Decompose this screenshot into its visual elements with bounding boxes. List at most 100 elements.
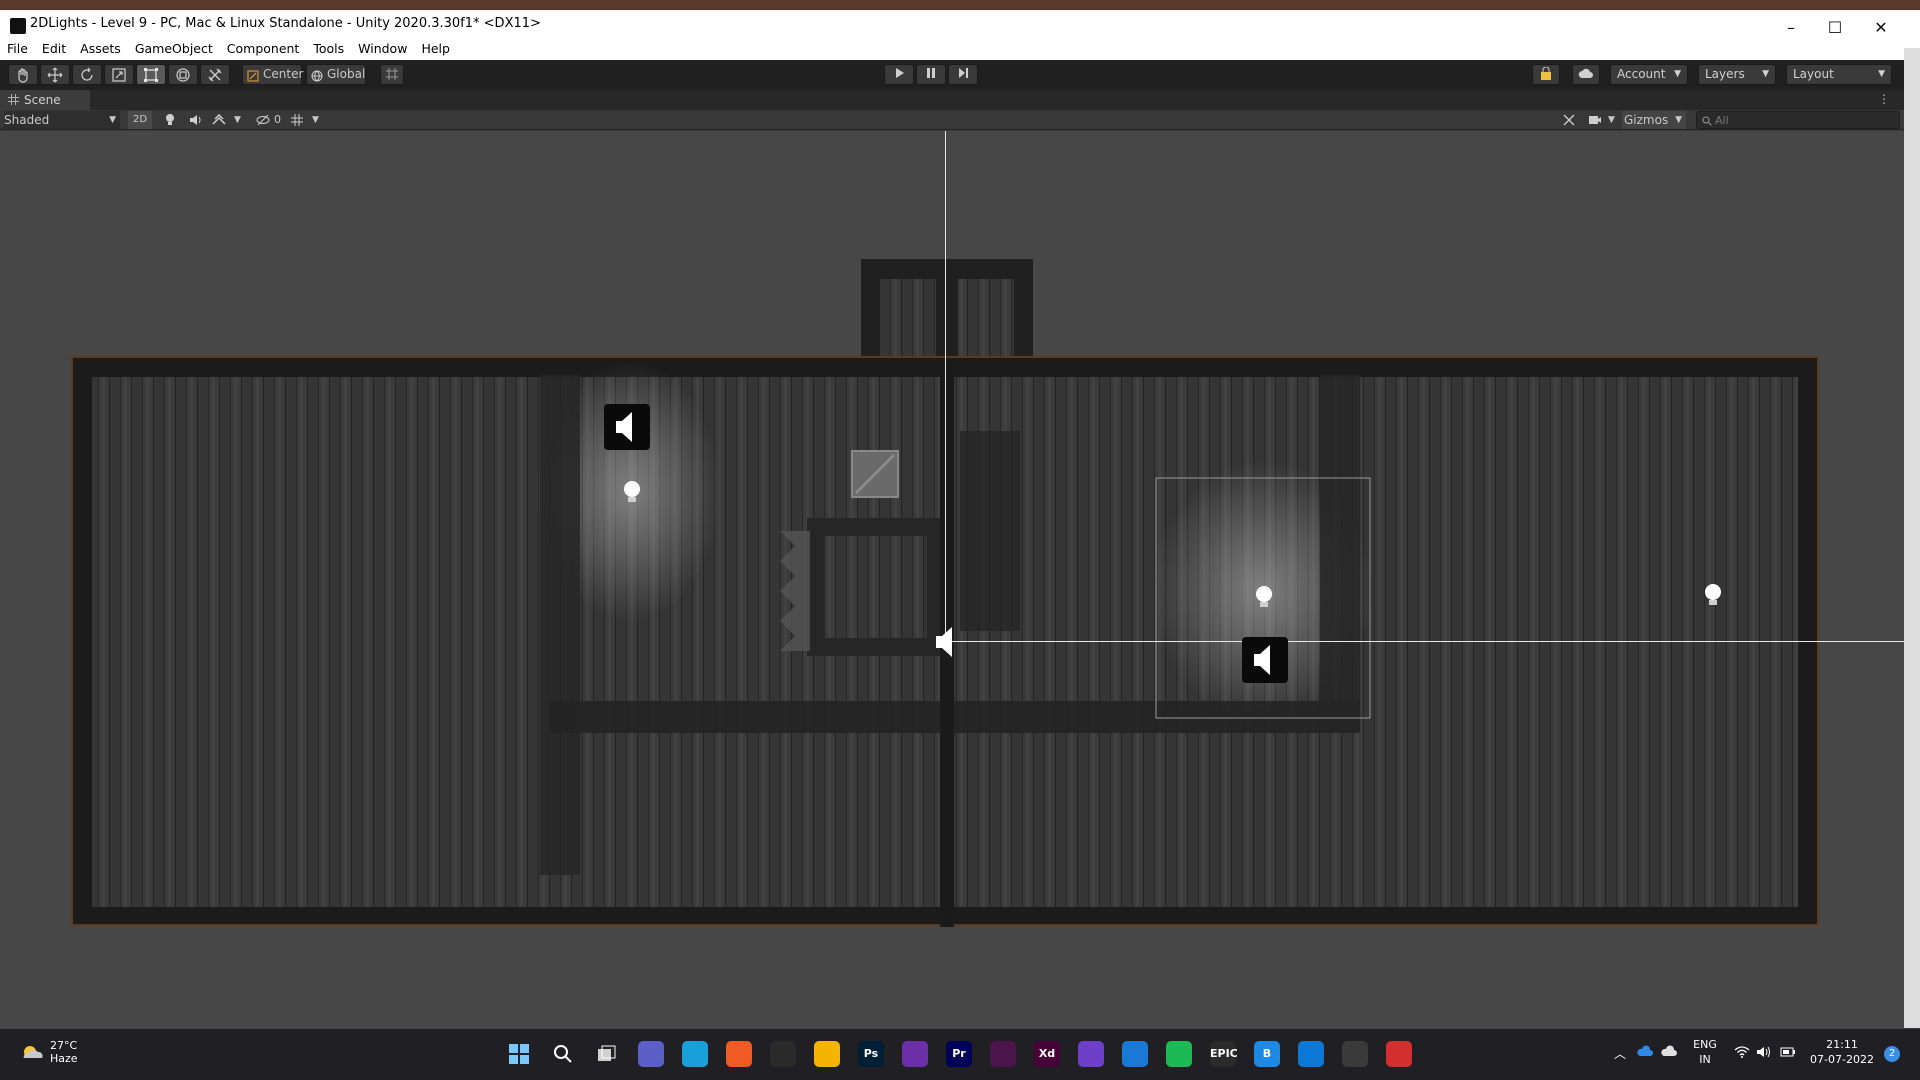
scene-tab-label: Scene	[24, 93, 61, 107]
tab-scene[interactable]: Scene	[0, 90, 90, 110]
menu-edit[interactable]: Edit	[35, 38, 73, 59]
pivot-center-button[interactable]: Center	[242, 64, 304, 85]
taskbar-mail-icon[interactable]	[1122, 1041, 1148, 1067]
toggle-2d-button[interactable]: 2D	[128, 111, 152, 129]
camera-icon	[1589, 116, 1601, 124]
shading-mode-dropdown[interactable]: Shaded ▼	[4, 111, 120, 129]
taskbar-adobe-xd-icon[interactable]: Xd	[1034, 1041, 1060, 1067]
scale-tool-button[interactable]	[104, 64, 134, 85]
taskbar-vscode-icon[interactable]	[1298, 1041, 1324, 1067]
grid-dropdown[interactable]: ▼	[290, 111, 324, 129]
language-indicator[interactable]: ENG IN	[1690, 1037, 1720, 1067]
gizmo-vertical-line	[945, 131, 946, 646]
camera-dropdown[interactable]: ▼	[1588, 111, 1618, 129]
menu-component[interactable]: Component	[220, 38, 307, 59]
snap-grid-button[interactable]	[380, 64, 404, 85]
scene-view-bar: Shaded ▼ 2D ▼ 0 ▼ ▼ Gizmos ▼ All	[0, 110, 1904, 130]
step-button[interactable]	[948, 64, 978, 85]
interior-wall-right	[1320, 375, 1360, 731]
menu-help[interactable]: Help	[414, 38, 457, 59]
layers-dropdown[interactable]: Layers ▼	[1698, 64, 1776, 85]
scene-tools-button[interactable]	[1562, 111, 1580, 129]
layout-dropdown[interactable]: Layout ▼	[1786, 64, 1892, 85]
battery-icon[interactable]	[1780, 1046, 1796, 1062]
move-tool-button[interactable]	[40, 64, 70, 85]
window-title: 2DLights - Level 9 - PC, Mac & Linux Sta…	[30, 16, 541, 31]
weather-widget[interactable]: 27°C Haze	[20, 1039, 78, 1065]
grid-icon	[8, 94, 19, 105]
temperature: 27°C	[50, 1039, 78, 1052]
pause-button[interactable]	[916, 64, 946, 85]
rect-tool-button[interactable]	[136, 64, 166, 85]
taskbar-photoshop-icon[interactable]: Ps	[858, 1041, 884, 1067]
taskbar-search-icon[interactable]	[550, 1041, 576, 1067]
account-label: Account	[1617, 67, 1666, 81]
onedrive-icon[interactable]	[1636, 1045, 1654, 1061]
pause-icon	[927, 68, 935, 78]
step-icon	[959, 68, 968, 78]
taskbar-epic-games-icon[interactable]: EPIC	[1210, 1041, 1238, 1067]
taskbar-unity-hub-icon[interactable]	[770, 1041, 796, 1067]
account-dropdown[interactable]: Account ▼	[1610, 64, 1688, 85]
show-hidden-icons[interactable]: ︿	[1614, 1047, 1626, 1062]
cloud-button[interactable]	[1572, 64, 1600, 85]
rotate-tool-button[interactable]	[72, 64, 102, 85]
taskbar-github-icon[interactable]	[1078, 1041, 1104, 1067]
menu-file[interactable]: File	[0, 38, 35, 59]
effects-dropdown[interactable]: ▼	[212, 111, 246, 129]
taskbar-unity-icon[interactable]	[1342, 1041, 1368, 1067]
haze-weather-icon	[23, 1046, 43, 1058]
taskbar-edge-icon[interactable]	[682, 1041, 708, 1067]
rotate-icon	[81, 67, 93, 81]
taskbar-teams-chat-icon[interactable]	[638, 1041, 664, 1067]
taskbar-premiere-icon[interactable]: Pr	[946, 1041, 972, 1067]
menu-gameobject[interactable]: GameObject	[128, 38, 220, 59]
transform-icon	[176, 68, 190, 82]
scene-viewport[interactable]	[0, 131, 1904, 1029]
chevron-down-icon: ▼	[1762, 69, 1769, 79]
volume-icon[interactable]	[1756, 1046, 1772, 1062]
taskbar-snipping-tool-icon[interactable]	[1386, 1041, 1412, 1067]
globe-icon	[311, 70, 323, 82]
menu-window[interactable]: Window	[351, 38, 414, 59]
custom-tool-button[interactable]	[200, 64, 230, 85]
transform-tool-button[interactable]	[168, 64, 198, 85]
chevron-down-icon: ▼	[234, 115, 241, 125]
audio-source-gizmo[interactable]	[1242, 637, 1288, 683]
hidden-objects-toggle[interactable]: 0	[256, 111, 286, 129]
pivot-center-label: Center	[263, 67, 304, 81]
taskbar-slack-icon[interactable]	[990, 1041, 1016, 1067]
taskbar-task-view-icon[interactable]	[594, 1041, 620, 1067]
cloud-sync-icon[interactable]	[1660, 1045, 1678, 1061]
lighting-toggle[interactable]	[160, 111, 180, 129]
taskbar-visual-studio-icon[interactable]	[902, 1041, 928, 1067]
gizmos-dropdown[interactable]: Gizmos ▼	[1622, 111, 1686, 129]
scale-icon	[112, 68, 126, 82]
annex-floor-right	[958, 279, 1014, 367]
more-options-icon[interactable]: ⋮	[1878, 92, 1890, 106]
chevron-down-icon: ▼	[1878, 69, 1885, 79]
clock[interactable]: 21:11 07-07-2022	[1806, 1037, 1878, 1067]
audio-source-gizmo[interactable]	[604, 404, 650, 450]
menu-tools[interactable]: Tools	[306, 38, 351, 59]
level-scene	[71, 131, 1904, 927]
wifi-icon[interactable]	[1734, 1046, 1750, 1062]
taskbar-blue-app-icon[interactable]: B	[1254, 1041, 1280, 1067]
notification-badge[interactable]: 2	[1884, 1046, 1900, 1062]
tools-icon	[208, 68, 222, 82]
pivot-global-button[interactable]: Global	[306, 64, 366, 85]
play-button[interactable]	[884, 64, 914, 85]
menu-assets[interactable]: Assets	[73, 38, 128, 59]
audio-toggle[interactable]	[186, 111, 206, 129]
taskbar-windows-start-icon[interactable]	[506, 1041, 532, 1067]
taskbar-brave-icon[interactable]	[726, 1041, 752, 1067]
taskbar-spotify-icon[interactable]	[1166, 1041, 1192, 1067]
scene-search-input[interactable]: All	[1696, 111, 1900, 129]
cloud-icon	[1578, 68, 1593, 78]
taskbar-file-explorer-icon[interactable]	[814, 1041, 840, 1067]
collab-button[interactable]	[1532, 64, 1560, 85]
hand-tool-button[interactable]	[8, 64, 38, 85]
chevron-down-icon: ▼	[312, 115, 319, 125]
interior-wall-bottom	[550, 701, 1360, 733]
background-window-edge	[1904, 48, 1920, 1028]
